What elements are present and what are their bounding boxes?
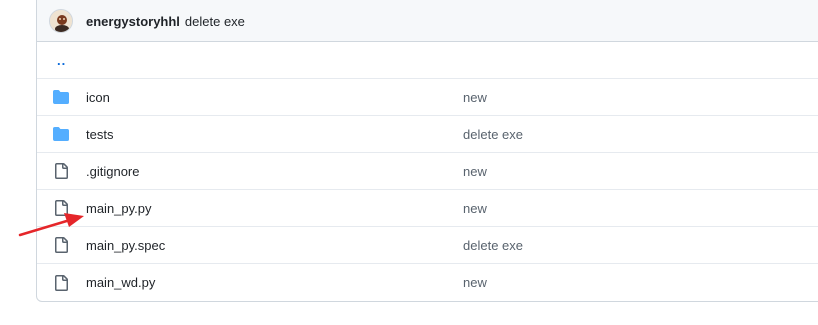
file-icon (53, 274, 69, 291)
file-row[interactable]: main_py.py new (37, 190, 818, 227)
author-avatar[interactable] (49, 9, 73, 33)
file-row[interactable]: main_wd.py new (37, 264, 818, 301)
parent-directory-link[interactable]: .. (57, 53, 66, 68)
file-commit-message[interactable]: new (463, 90, 487, 105)
file-commit-message[interactable]: new (463, 275, 487, 290)
file-commit-message[interactable]: delete exe (463, 127, 523, 142)
file-list-panel: energystoryhhl delete exe .. icon new te… (36, 0, 818, 302)
file-name-link[interactable]: tests (86, 127, 113, 142)
file-row[interactable]: .gitignore new (37, 153, 818, 190)
file-commit-message[interactable]: new (463, 201, 487, 216)
commit-message[interactable]: delete exe (185, 14, 245, 29)
file-row[interactable]: tests delete exe (37, 116, 818, 153)
folder-icon (53, 126, 69, 142)
file-name-link[interactable]: .gitignore (86, 164, 139, 179)
file-name-link[interactable]: main_py.spec (86, 238, 165, 253)
file-commit-message[interactable]: delete exe (463, 238, 523, 253)
file-commit-message[interactable]: new (463, 164, 487, 179)
file-name-link[interactable]: icon (86, 90, 110, 105)
file-row[interactable]: icon new (37, 79, 818, 116)
screenshot-stage: energystoryhhl delete exe .. icon new te… (0, 0, 818, 325)
folder-icon (53, 89, 69, 105)
latest-commit-header: energystoryhhl delete exe (37, 0, 818, 42)
file-icon (53, 163, 69, 179)
commit-author[interactable]: energystoryhhl (86, 14, 180, 29)
file-icon (53, 237, 69, 253)
file-row[interactable]: main_py.spec delete exe (37, 227, 818, 264)
parent-directory-row[interactable]: .. (37, 42, 818, 79)
file-name-link[interactable]: main_py.py (86, 201, 152, 216)
file-icon (53, 200, 69, 216)
file-name-link[interactable]: main_wd.py (86, 275, 155, 290)
